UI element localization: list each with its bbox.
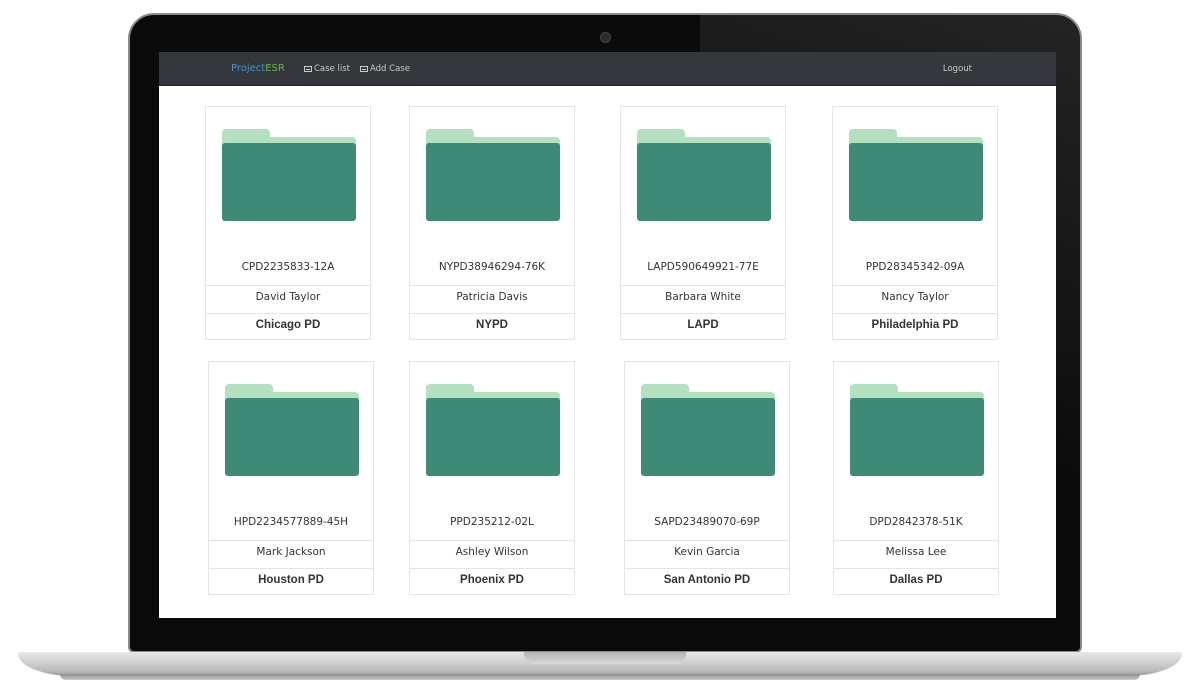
logout-link[interactable]: Logout [943,64,972,74]
case-id: HPD2234577889-45H [233,516,349,528]
add-icon [360,66,368,72]
divider [834,568,998,569]
divider [209,568,373,569]
case-id: SAPD23489070-69P [654,516,760,528]
officer-name: Mark Jackson [256,546,326,558]
officer-name: Barbara White [665,291,741,303]
folder-icon [426,129,560,221]
nav-add-case-label: Add Case [370,64,410,74]
officer-name: David Taylor [255,291,321,303]
divider [410,313,574,314]
folder-icon [637,129,771,221]
department-name: NYPD [476,319,508,331]
divider [833,313,997,314]
folder-icon [849,129,983,221]
divider [834,540,998,541]
department-name: LAPD [687,319,719,331]
divider [206,313,370,314]
divider [621,313,785,314]
case-id: PPD28345342-09A [865,261,965,273]
top-navbar: ProjectESR Case list Add Case Logout [159,52,1056,86]
brand-logo[interactable]: ProjectESR [231,63,285,74]
case-id: CPD2235833-12A [241,261,335,273]
nav-add-case[interactable]: Add Case [360,64,410,74]
nav-case-list[interactable]: Case list [304,64,350,74]
folder-icon [225,384,359,476]
app-screen: ProjectESR Case list Add Case Logout CPD… [159,52,1056,618]
brand-primary: Project [231,63,266,74]
department-name: Philadelphia PD [871,319,959,331]
divider [206,285,370,286]
officer-name: Kevin Garcia [674,546,740,558]
department-name: Chicago PD [255,319,321,331]
case-card[interactable]: NYPD38946294-76K Patricia Davis NYPD [409,106,575,340]
case-card[interactable]: PPD235212-02L Ashley Wilson Phoenix PD [409,361,575,595]
folder-icon [426,384,560,476]
folder-icon [222,129,356,221]
divider [410,540,574,541]
case-card[interactable]: CPD2235833-12A David Taylor Chicago PD [205,106,371,340]
divider [625,568,789,569]
folder-icon [641,384,775,476]
department-name: Phoenix PD [460,574,524,586]
case-card[interactable]: DPD2842378-51K Melissa Lee Dallas PD [833,361,999,595]
officer-name: Patricia Davis [456,291,528,303]
divider [625,540,789,541]
divider [833,285,997,286]
case-id: DPD2842378-51K [869,516,963,528]
officer-name: Ashley Wilson [455,546,529,558]
officer-name: Melissa Lee [885,546,947,558]
department-name: Dallas PD [889,574,943,586]
department-name: Houston PD [258,574,324,586]
case-id: PPD235212-02L [450,516,534,528]
divider [410,568,574,569]
case-card[interactable]: PPD28345342-09A Nancy Taylor Philadelphia … [832,106,998,340]
case-card[interactable]: LAPD590649921-77E Barbara White LAPD [620,106,786,340]
laptop-frame: ProjectESR Case list Add Case Logout CPD… [0,0,1200,699]
folder-icon [850,384,984,476]
list-icon [304,66,312,72]
officer-name: Nancy Taylor [881,291,949,303]
nav-case-list-label: Case list [314,64,350,74]
department-name: San Antonio PD [663,574,751,586]
case-card[interactable]: SAPD23489070-69P Kevin Garcia San Antonio … [624,361,790,595]
case-id: NYPD38946294-76K [438,261,546,273]
case-card[interactable]: HPD2234577889-45H Mark Jackson Houston PD [208,361,374,595]
webcam-icon [600,32,611,43]
laptop-base-bottom [60,674,1140,680]
brand-accent: ESR [265,63,285,74]
divider [621,285,785,286]
divider [410,285,574,286]
case-id: LAPD590649921-77E [647,261,759,273]
laptop-notch [524,652,686,664]
divider [209,540,373,541]
